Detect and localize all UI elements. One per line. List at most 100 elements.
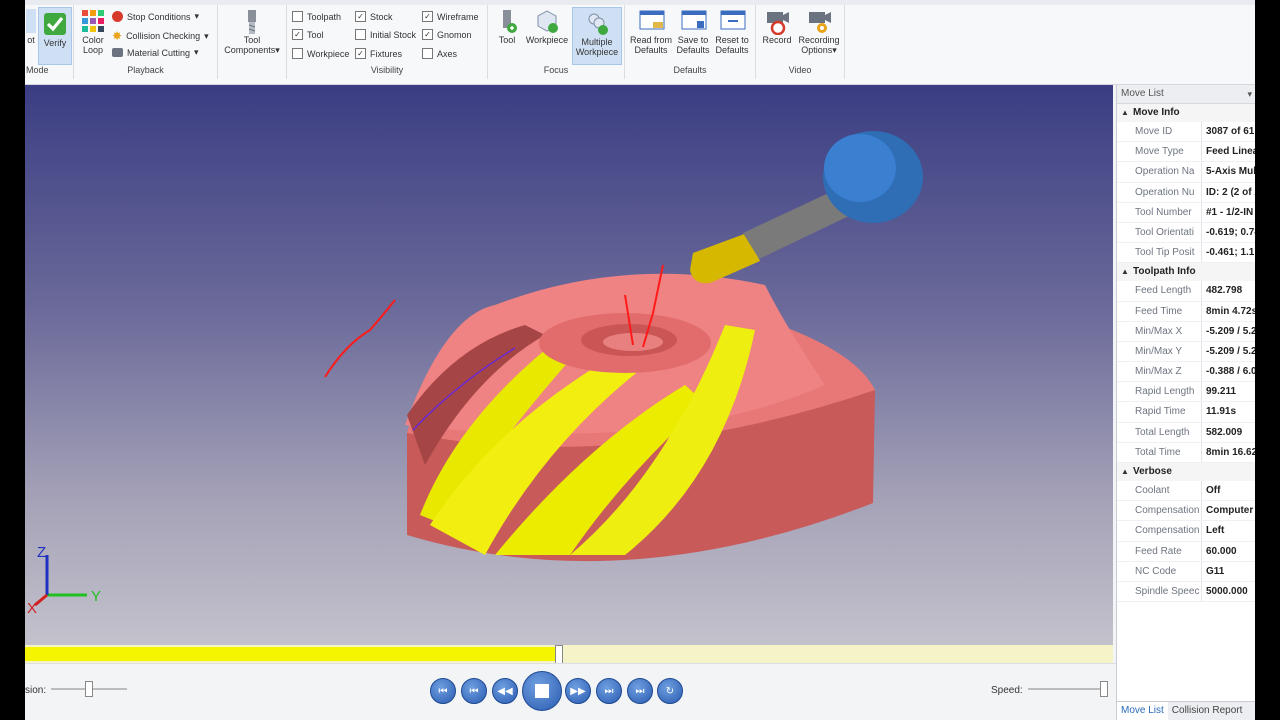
tool-checkbox[interactable]: ✓ Tool (292, 29, 324, 40)
chevron-down-icon: ▾ (832, 45, 837, 55)
end-mill-icon (240, 9, 264, 34)
property-row[interactable]: Feed Length 482.798 (1117, 281, 1255, 302)
fixtures-label: Fixtures (370, 48, 403, 59)
gnomon-checkbox[interactable]: ✓ Gnomon (422, 29, 472, 40)
material-cutting-dropdown[interactable]: Material Cutting ▾ (112, 47, 199, 58)
timeline-progress-fill (25, 647, 559, 661)
property-name: Tool Number (1117, 202, 1202, 222)
color-grid-icon (81, 9, 105, 33)
property-row[interactable]: Feed Time 8min 4.72s (1117, 301, 1255, 322)
property-name: Operation Na (1117, 162, 1202, 182)
speed-slider-thumb[interactable] (1100, 681, 1108, 697)
property-row[interactable]: Operation Na 5-Axis Mult (1117, 162, 1255, 183)
precision-slider-thumb[interactable] (85, 681, 93, 697)
collapse-triangle-icon[interactable]: ▲ (1121, 463, 1129, 481)
skip-to-end-button[interactable]: ⏭ (627, 678, 653, 704)
rewind-button[interactable]: ◀◀ (492, 678, 518, 704)
section-verbose[interactable]: ▲ Verbose (1117, 463, 1255, 481)
plot-mode-button[interactable]: ot (25, 9, 37, 45)
skip-to-start-button[interactable]: ⏮ (430, 678, 456, 704)
property-name: Min/Max X (1117, 321, 1202, 341)
tool-holder-face (824, 134, 896, 202)
toolpath-segment (324, 299, 396, 378)
property-row[interactable]: Spindle Speec 5000.000 (1117, 581, 1255, 603)
tool-components-button[interactable]: Tool Components▾ (222, 9, 282, 55)
property-row[interactable]: Total Time 8min 16.62 (1117, 442, 1255, 463)
stop-button[interactable] (522, 671, 562, 711)
property-row[interactable]: Rapid Length 99.211 (1117, 382, 1255, 403)
axes-checkbox[interactable]: Axes (422, 48, 457, 59)
property-row[interactable]: Compensation Computer (1117, 501, 1255, 522)
property-row[interactable]: Min/Max Y -5.209 / 5.2 (1117, 341, 1255, 363)
initial-stock-label: Initial Stock (370, 29, 417, 40)
gnomon-y-label: Y (91, 588, 101, 605)
timeline-thumb[interactable] (555, 645, 564, 665)
collision-checking-dropdown[interactable]: ✸ Collision Checking ▾ (112, 29, 209, 43)
precision-slider[interactable] (51, 681, 127, 697)
property-row[interactable]: Feed Rate 60.000 (1117, 541, 1255, 562)
read-from-defaults-button[interactable]: Read from Defaults (629, 9, 673, 55)
reset-to-defaults-button[interactable]: Reset to Defaults (713, 9, 751, 55)
save-defaults-label: Save to Defaults (676, 35, 710, 55)
stop-conditions-dropdown[interactable]: Stop Conditions ▾ (112, 11, 199, 22)
property-row[interactable]: Tool Tip Posit -0.461; 1.1 (1117, 243, 1255, 264)
tab-move-list[interactable]: Move List (1117, 702, 1168, 720)
property-row[interactable]: Move ID 3087 of 61 (1117, 122, 1255, 143)
verify-mode-label: Verify (43, 38, 67, 48)
toolpath-checkbox[interactable]: Toolpath (292, 11, 341, 22)
property-name: Compensation (1117, 501, 1202, 521)
fixtures-checkbox[interactable]: ✓ Fixtures (355, 48, 402, 59)
property-row[interactable]: Tool Orientati -0.619; 0.74 (1117, 222, 1255, 244)
property-row[interactable]: Total Length 582.009 (1117, 422, 1255, 443)
initial-stock-checkbox[interactable]: Initial Stock (355, 29, 416, 40)
chevron-down-icon: ▾ (275, 45, 280, 55)
section-toolpath-info[interactable]: ▲ Toolpath Info (1117, 263, 1255, 282)
tab-collision-report[interactable]: Collision Report (1168, 702, 1247, 720)
recording-options-button[interactable]: Recording Options▾ (796, 9, 842, 55)
loop-button[interactable]: ↻ (657, 678, 683, 704)
3d-viewport[interactable]: Y Z X (25, 85, 1113, 645)
wireframe-checkbox[interactable]: ✓ Wireframe (422, 11, 479, 22)
property-row[interactable]: Coolant Off (1117, 481, 1255, 502)
focus-workpiece-label: Workpiece (525, 35, 569, 45)
collapse-triangle-icon[interactable]: ▲ (1121, 263, 1129, 281)
property-row[interactable]: Rapid Time 11.91s (1117, 402, 1255, 423)
save-to-defaults-button[interactable]: Save to Defaults (675, 9, 711, 55)
stock-checkbox[interactable]: ✓ Stock (355, 11, 393, 22)
color-loop-button[interactable]: Color Loop (78, 9, 108, 55)
property-value: 5000.000 (1206, 585, 1248, 597)
workpiece-checkbox[interactable]: Workpiece (292, 48, 349, 59)
focus-multiple-workpiece-button[interactable]: Multiple Workpiece (572, 7, 622, 65)
property-row[interactable]: Min/Max X -5.209 / 5.2 (1117, 321, 1255, 342)
material-cutting-label: Material Cutting (127, 47, 191, 58)
property-value: Computer (1206, 505, 1254, 517)
chevron-down-icon[interactable]: ▾ (1247, 85, 1252, 103)
property-row[interactable]: Operation Nu ID: 2 (2 of 2 (1117, 182, 1255, 203)
chevron-down-icon: ▾ (194, 11, 200, 21)
gnomon-z-label: Z (37, 544, 46, 561)
record-button[interactable]: Record (760, 9, 794, 45)
focus-tool-button[interactable]: Tool (492, 9, 522, 45)
property-row[interactable]: NC Code G11 (1117, 561, 1255, 582)
checkbox-box (422, 48, 433, 59)
step-forward-button[interactable]: ⏭ (596, 678, 622, 704)
speed-slider[interactable] (1028, 681, 1108, 697)
step-back-button[interactable]: ⏮ (461, 678, 487, 704)
property-row[interactable]: Min/Max Z -0.388 / 6.0 (1117, 362, 1255, 383)
gnomon-x-label: X (27, 600, 37, 617)
play-forward-button[interactable]: ▶▶ (565, 678, 591, 704)
gnomon-label: Gnomon (437, 29, 472, 40)
property-row[interactable]: Tool Number #1 - 1/2-IN (1117, 202, 1255, 223)
verify-mode-button[interactable]: Verify (38, 7, 72, 65)
precision-label: sion: (25, 685, 47, 696)
playback-timeline[interactable] (25, 645, 1113, 665)
property-value: -5.209 / 5.2 (1206, 345, 1255, 357)
collapse-triangle-icon[interactable]: ▲ (1121, 104, 1129, 122)
focus-workpiece-button[interactable]: Workpiece (524, 9, 570, 45)
property-name: NC Code (1117, 561, 1202, 581)
property-row[interactable]: Move Type Feed Linear (1117, 142, 1255, 163)
checkmark-icon: ✓ (422, 11, 433, 22)
property-row[interactable]: Compensation Left (1117, 521, 1255, 542)
section-move-info[interactable]: ▲ Move Info (1117, 104, 1255, 122)
property-value: ID: 2 (2 of 2 (1206, 186, 1255, 198)
